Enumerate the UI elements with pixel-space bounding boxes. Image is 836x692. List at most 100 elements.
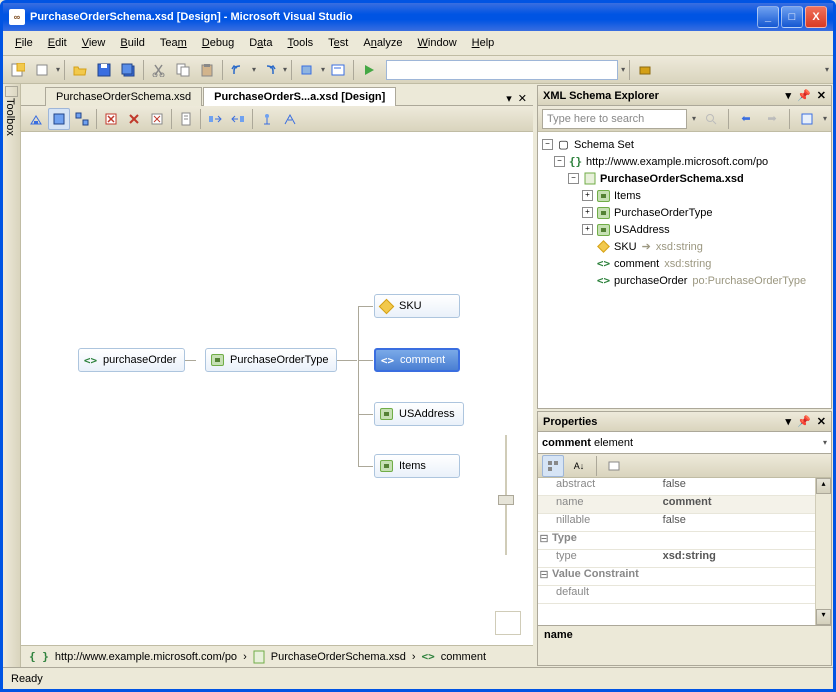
undo-dropdown[interactable]: ▾ bbox=[252, 65, 256, 74]
forward-button[interactable]: ➡ bbox=[761, 108, 783, 130]
start-debug-button[interactable] bbox=[358, 59, 380, 81]
node-purchase-order-type[interactable]: PurchaseOrderType bbox=[205, 348, 337, 372]
menu-analyze[interactable]: Analyze bbox=[357, 34, 408, 52]
node-comment[interactable]: <> comment bbox=[374, 348, 460, 372]
paste-button[interactable] bbox=[196, 59, 218, 81]
solution-config-combo[interactable] bbox=[386, 60, 618, 80]
close-panel-icon[interactable]: ✕ bbox=[817, 415, 826, 428]
right-to-left-button[interactable] bbox=[227, 108, 249, 130]
expand-icon[interactable]: + bbox=[582, 207, 593, 218]
show-documentation-button[interactable] bbox=[175, 108, 197, 130]
zoom-slider[interactable] bbox=[495, 425, 517, 595]
combo-chevron-icon[interactable]: ▾ bbox=[621, 65, 625, 74]
breadcrumb-ns[interactable]: http://www.example.microsoft.com/po bbox=[55, 651, 237, 663]
alphabetical-button[interactable]: A↓ bbox=[568, 455, 590, 477]
auto-hide-pin-icon[interactable]: 📌 bbox=[797, 415, 811, 428]
expand-icon[interactable]: + bbox=[582, 190, 593, 201]
collapse-icon[interactable]: ⊟ bbox=[538, 568, 550, 585]
menu-tools[interactable]: Tools bbox=[281, 34, 319, 52]
node-items[interactable]: Items bbox=[374, 454, 460, 478]
left-to-right-button[interactable] bbox=[204, 108, 226, 130]
properties-object-selector[interactable]: comment element ▾ bbox=[538, 432, 831, 454]
selector-dropdown-icon[interactable]: ▾ bbox=[823, 438, 827, 447]
prop-row-default[interactable]: default bbox=[538, 586, 815, 604]
prop-row-type[interactable]: typexsd:string bbox=[538, 550, 815, 568]
tree-purchase-order[interactable]: <>purchaseOrderpo:PurchaseOrderType bbox=[540, 272, 829, 289]
save-button[interactable] bbox=[93, 59, 115, 81]
cut-button[interactable] bbox=[148, 59, 170, 81]
menu-window[interactable]: Window bbox=[412, 34, 463, 52]
find-button[interactable] bbox=[327, 59, 349, 81]
undo-button[interactable] bbox=[227, 59, 249, 81]
menu-edit[interactable]: Edit bbox=[42, 34, 73, 52]
prop-value[interactable]: false bbox=[663, 514, 815, 531]
node-purchase-order[interactable]: <> purchaseOrder bbox=[78, 348, 185, 372]
content-model-view-button[interactable] bbox=[48, 108, 70, 130]
scroll-down-icon[interactable]: ▾ bbox=[816, 609, 831, 625]
options-dropdown-icon[interactable]: ▾ bbox=[823, 114, 827, 123]
menu-view[interactable]: View bbox=[76, 34, 112, 52]
scroll-up-icon[interactable]: ▴ bbox=[816, 478, 831, 494]
properties-scrollbar[interactable]: ▴ ▾ bbox=[815, 478, 831, 625]
prop-category-type[interactable]: ⊟Type bbox=[538, 532, 815, 550]
back-button[interactable]: ⬅ bbox=[735, 108, 757, 130]
menu-help[interactable]: Help bbox=[466, 34, 501, 52]
tree-schema-set[interactable]: −▢Schema Set bbox=[540, 136, 829, 153]
tree-namespace[interactable]: −{}http://www.example.microsoft.com/po bbox=[540, 153, 829, 170]
tab-xsd-source[interactable]: PurchaseOrderSchema.xsd bbox=[45, 87, 202, 106]
bottom-to-top-button[interactable] bbox=[279, 108, 301, 130]
prop-value[interactable]: xsd:string bbox=[663, 550, 815, 567]
menu-debug[interactable]: Debug bbox=[196, 34, 240, 52]
collapse-icon[interactable]: − bbox=[568, 173, 579, 184]
add-item-button[interactable] bbox=[31, 59, 53, 81]
menu-team[interactable]: Team bbox=[154, 34, 193, 52]
search-input[interactable]: Type here to search bbox=[542, 109, 687, 129]
toolbox-panel-collapsed[interactable]: Toolbox bbox=[3, 84, 21, 667]
node-sku[interactable]: SKU bbox=[374, 294, 460, 318]
new-project-button[interactable] bbox=[7, 59, 29, 81]
prop-row-name[interactable]: namecomment bbox=[538, 496, 815, 514]
breadcrumb-selected[interactable]: comment bbox=[441, 651, 486, 663]
window-position-icon[interactable]: ▾ bbox=[786, 415, 792, 428]
expand-icon[interactable]: + bbox=[582, 224, 593, 235]
remove-from-workspace-button[interactable] bbox=[123, 108, 145, 130]
collapse-icon[interactable]: − bbox=[554, 156, 565, 167]
top-to-bottom-button[interactable] bbox=[256, 108, 278, 130]
toolbar-chevron-icon[interactable]: ▾ bbox=[825, 65, 829, 74]
prop-value[interactable]: false bbox=[663, 478, 815, 495]
nav-dropdown[interactable]: ▾ bbox=[321, 65, 325, 74]
add-dropdown[interactable]: ▾ bbox=[56, 65, 60, 74]
close-document-button[interactable]: ✕ bbox=[518, 92, 527, 105]
menu-file[interactable]: FFileile bbox=[9, 34, 39, 52]
options-button[interactable] bbox=[796, 108, 818, 130]
collapse-icon[interactable]: ⊟ bbox=[538, 532, 550, 549]
tree-usaddress[interactable]: +USAddress bbox=[540, 221, 829, 238]
collapse-icon[interactable]: − bbox=[542, 139, 553, 150]
tab-xsd-design[interactable]: PurchaseOrderS...a.xsd [Design] bbox=[203, 87, 396, 106]
categorized-button[interactable] bbox=[542, 455, 564, 477]
node-usaddress[interactable]: USAddress bbox=[374, 402, 464, 426]
tree-pot[interactable]: +PurchaseOrderType bbox=[540, 204, 829, 221]
close-panel-icon[interactable]: ✕ bbox=[817, 89, 826, 102]
nav-back-button[interactable] bbox=[296, 59, 318, 81]
copy-button[interactable] bbox=[172, 59, 194, 81]
menu-data[interactable]: Data bbox=[243, 34, 278, 52]
menu-test[interactable]: Test bbox=[322, 34, 354, 52]
menu-build[interactable]: Build bbox=[114, 34, 150, 52]
property-pages-button[interactable] bbox=[603, 455, 625, 477]
remove-all-but-selection-button[interactable] bbox=[146, 108, 168, 130]
tree-comment[interactable]: <>commentxsd:string bbox=[540, 255, 829, 272]
prop-category-value-constraint[interactable]: ⊟Value Constraint bbox=[538, 568, 815, 586]
prop-row-nillable[interactable]: nillablefalse bbox=[538, 514, 815, 532]
search-go-button[interactable] bbox=[700, 108, 722, 130]
show-start-view-button[interactable] bbox=[25, 108, 47, 130]
maximize-button[interactable]: □ bbox=[781, 6, 803, 28]
search-dropdown-icon[interactable]: ▾ bbox=[692, 114, 696, 123]
zoom-thumb[interactable] bbox=[498, 495, 514, 505]
prop-value[interactable] bbox=[663, 586, 815, 603]
design-canvas[interactable]: <> purchaseOrder PurchaseOrderType SKU <… bbox=[21, 132, 533, 645]
save-all-button[interactable] bbox=[117, 59, 139, 81]
breadcrumb-file[interactable]: PurchaseOrderSchema.xsd bbox=[271, 651, 406, 663]
close-button[interactable]: X bbox=[805, 6, 827, 28]
toolbox-button[interactable] bbox=[634, 59, 656, 81]
